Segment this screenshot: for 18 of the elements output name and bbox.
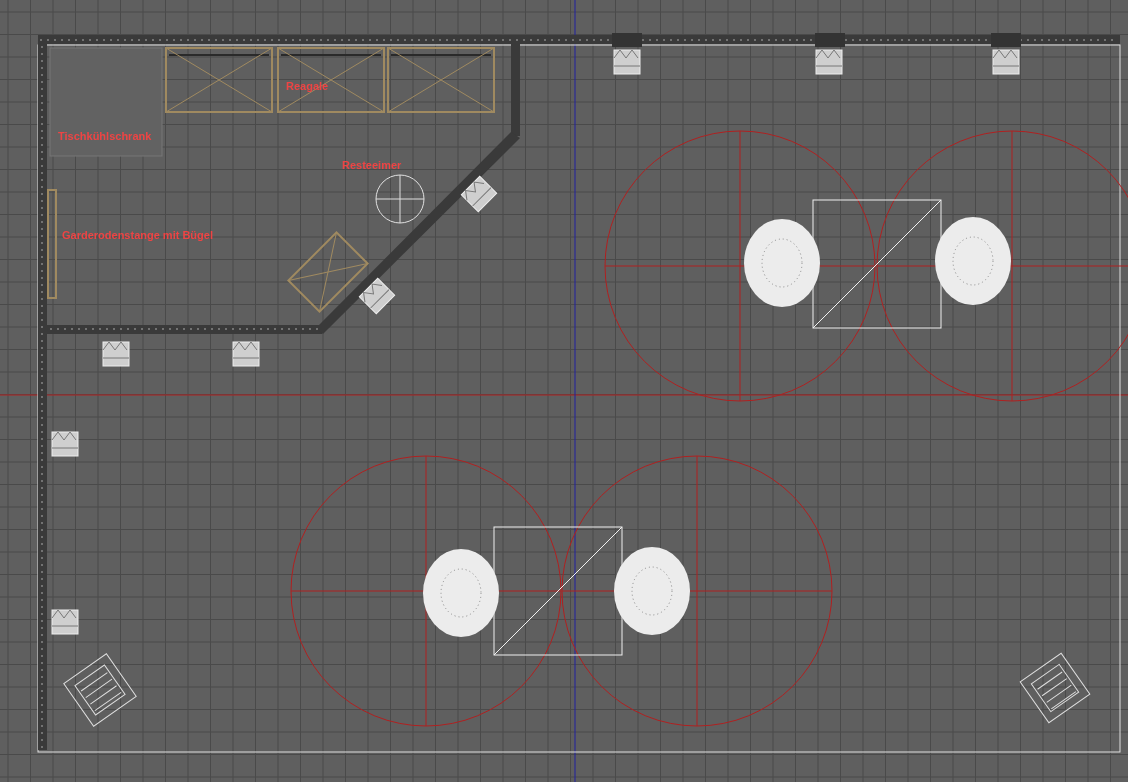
object-label: Resteeimer — [342, 159, 402, 171]
spotlight-icon — [815, 49, 843, 75]
viewport-canvas[interactable]: Reagale Tischkühlschrank Resteeimer Garderodenstange mit Bügel — [0, 0, 1128, 782]
spotlight-icon — [460, 175, 498, 213]
object-label: Reagale — [286, 80, 329, 92]
truss-clamp — [991, 33, 1021, 47]
truss-clamp — [612, 33, 642, 47]
spotlight-icon — [51, 609, 79, 635]
spotlight-icon — [51, 431, 79, 457]
truss-clamp — [815, 33, 845, 47]
spotlight-icon — [102, 341, 130, 367]
armchair-drawing — [1019, 652, 1091, 724]
spotlight-icon — [992, 49, 1020, 75]
spotlight-icon — [232, 341, 260, 367]
object-label: Tischkühlschrank — [58, 130, 152, 142]
bin-icon — [375, 174, 425, 224]
spotlight-icon — [613, 49, 641, 75]
object-label: Garderodenstange mit Bügel — [62, 229, 213, 241]
